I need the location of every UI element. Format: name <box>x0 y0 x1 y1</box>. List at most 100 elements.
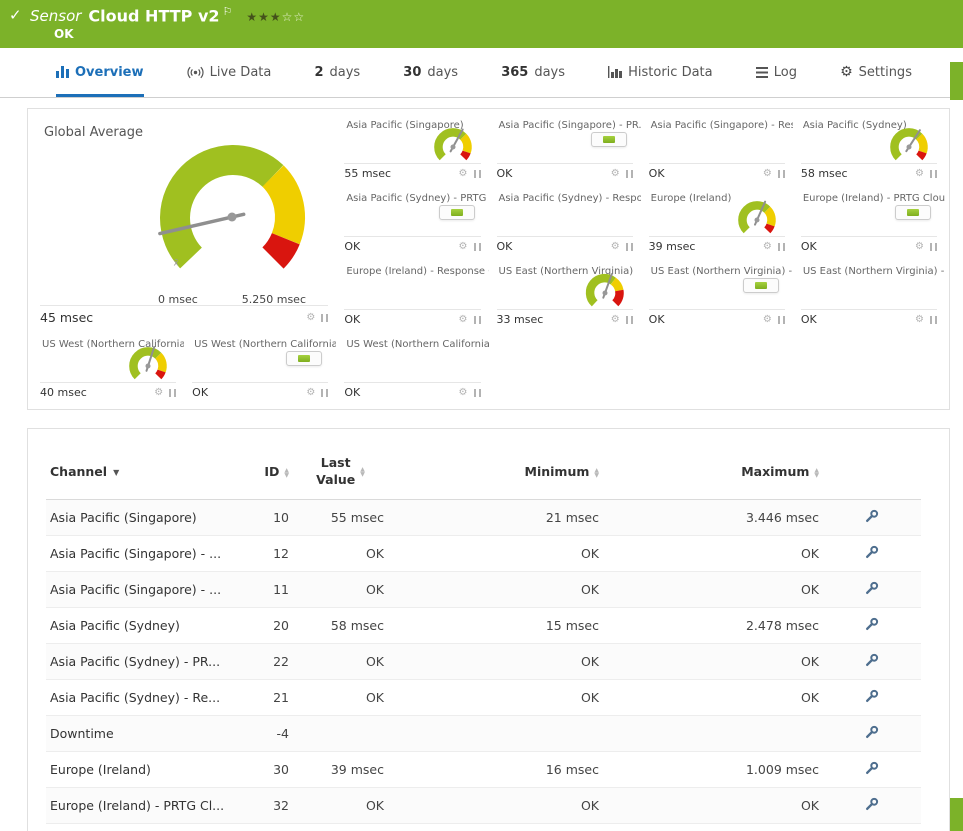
priority-star-rating[interactable]: ★★★☆☆ <box>246 10 305 24</box>
flag-icon[interactable]: ⚐ <box>223 5 233 18</box>
column-header-id[interactable]: ID ▲ ▼ <box>231 443 293 500</box>
cell-id: 32 <box>273 797 289 813</box>
tile-footer: OK ⚙ <box>648 163 785 183</box>
tab-365-days[interactable]: 365 days <box>501 48 565 97</box>
gear-icon[interactable]: ⚙ <box>611 168 620 179</box>
cell-channel: Asia Pacific (Singapore) - ... <box>50 581 222 597</box>
channel-tile-value: OK <box>800 313 817 326</box>
cell-actions <box>823 679 921 715</box>
status-bar-fill <box>754 282 767 289</box>
cell-channel: Asia Pacific (Singapore) - ... <box>50 545 222 561</box>
channel-tile-value: 39 msec <box>648 240 696 253</box>
gear-icon[interactable]: ⚙ <box>306 387 315 398</box>
cell-maximum <box>603 715 823 751</box>
cell-channel: Asia Pacific (Sydney) - Re... <box>50 689 221 705</box>
tab-number: 2 <box>314 64 324 80</box>
page-edge-strip-top <box>950 62 963 100</box>
channel-tile-title: Asia Pacific (Sydney) - PRTG ... <box>346 193 489 204</box>
channel-tile: Asia Pacific (Singapore) 55 msec ⚙ <box>336 113 488 186</box>
tab-log[interactable]: Log <box>755 48 797 97</box>
channel-table: Channel ▼ ID ▲ ▼ Last Value ▲ ▼ Minimum ▲ ▼ Maxi… <box>46 443 921 831</box>
cell-last-value: OK <box>365 545 384 561</box>
pause-icon[interactable] <box>930 315 937 324</box>
cell-id: -4 <box>276 725 289 741</box>
gear-icon[interactable]: ⚙ <box>459 387 468 398</box>
tile-icons: ⚙ <box>611 241 633 252</box>
tile-footer: OK ⚙ <box>496 236 633 256</box>
cell-actions <box>823 643 921 679</box>
sensor-title-line: Sensor Cloud HTTP v2 ⚐ ★★★☆☆ <box>30 5 305 25</box>
pause-icon[interactable] <box>777 315 785 324</box>
gear-icon[interactable]: ⚙ <box>915 314 924 325</box>
table-row: Asia Pacific (Singapore) - ... 12 OK OK OK <box>46 535 921 571</box>
column-header-maximum[interactable]: Maximum ▲ ▼ <box>603 443 823 500</box>
gear-icon[interactable]: ⚙ <box>459 168 468 179</box>
channel-settings-icon[interactable] <box>865 617 879 634</box>
channel-tile-value: OK <box>648 313 665 326</box>
channel-tile-value: OK <box>192 386 209 399</box>
tab-2-days[interactable]: 2 days <box>314 48 360 97</box>
tab-historic-data[interactable]: Historic Data <box>608 48 713 97</box>
settings-icon: ⚙ <box>840 64 853 80</box>
channel-settings-icon[interactable] <box>865 761 879 778</box>
tile-footer: 45 msec ⚙ <box>40 305 329 329</box>
tab-overview[interactable]: Overview <box>56 48 144 97</box>
gear-icon[interactable]: ⚙ <box>611 241 620 252</box>
cell-maximum: OK <box>603 823 823 831</box>
channel-settings-icon[interactable] <box>865 545 879 562</box>
column-header-last-value[interactable]: Last Value ▲ ▼ <box>293 443 388 500</box>
cell-channel: Europe (Ireland) - Respon... <box>46 823 231 831</box>
cell-minimum: OK <box>580 545 599 561</box>
pause-icon[interactable] <box>625 315 633 324</box>
tile-icons: ⚙ <box>611 314 633 325</box>
gear-icon[interactable]: ⚙ <box>459 241 468 252</box>
tab-30-days[interactable]: 30 days <box>403 48 458 97</box>
cell-maximum: 1.009 msec <box>745 761 819 777</box>
pause-icon[interactable] <box>930 242 937 251</box>
pause-icon[interactable] <box>777 242 785 251</box>
sensor-title: Cloud HTTP v2 <box>88 6 220 26</box>
gear-icon[interactable]: ⚙ <box>763 314 772 325</box>
cell-maximum: OK <box>800 653 819 669</box>
pause-icon[interactable] <box>473 315 481 324</box>
tab-live-data[interactable]: Live Data <box>187 48 271 97</box>
channel-settings-icon[interactable] <box>865 581 879 598</box>
sort-icon: ▲ ▼ <box>594 466 599 479</box>
pause-icon[interactable] <box>625 169 633 178</box>
pause-icon[interactable] <box>473 242 481 251</box>
cell-last-value: OK <box>293 823 388 831</box>
tab-settings[interactable]: ⚙ Settings <box>840 48 912 97</box>
channel-settings-icon[interactable] <box>865 797 879 814</box>
pause-icon[interactable] <box>625 242 633 251</box>
column-header-minimum[interactable]: Minimum ▲ ▼ <box>388 443 603 500</box>
gear-icon[interactable]: ⚙ <box>915 241 924 252</box>
channel-settings-icon[interactable] <box>865 725 879 742</box>
gear-icon[interactable]: ⚙ <box>306 312 315 323</box>
gear-icon[interactable]: ⚙ <box>763 168 772 179</box>
pause-icon[interactable] <box>473 388 481 397</box>
tab-label: days <box>427 64 459 80</box>
gear-icon[interactable]: ⚙ <box>154 387 163 398</box>
channel-settings-icon[interactable] <box>865 653 879 670</box>
pause-icon[interactable] <box>321 388 329 397</box>
pause-icon[interactable] <box>321 313 329 322</box>
gear-icon[interactable]: ⚙ <box>611 314 620 325</box>
channel-settings-icon[interactable] <box>865 689 879 706</box>
cell-minimum: 16 msec <box>545 761 599 777</box>
channel-settings-icon[interactable] <box>865 509 879 526</box>
pause-icon[interactable] <box>169 388 177 397</box>
cell-last-value: OK <box>365 689 384 705</box>
gear-icon[interactable]: ⚙ <box>763 241 772 252</box>
channel-tile-value: OK <box>496 167 513 180</box>
pause-icon[interactable] <box>777 169 785 178</box>
gear-icon[interactable]: ⚙ <box>915 168 924 179</box>
gear-icon[interactable]: ⚙ <box>459 314 468 325</box>
pause-icon[interactable] <box>930 169 937 178</box>
table-row: Downtime -4 <box>46 715 921 752</box>
pause-icon[interactable] <box>473 169 481 178</box>
table-row: Asia Pacific (Singapore) - ... 11 OK OK OK <box>46 571 921 608</box>
column-header-channel[interactable]: Channel ▼ <box>46 443 231 500</box>
cell-minimum: OK <box>580 581 599 597</box>
channel-tile: US West (Northern California)... OK ⚙ <box>336 332 489 405</box>
status-bar-indicator <box>590 132 627 147</box>
